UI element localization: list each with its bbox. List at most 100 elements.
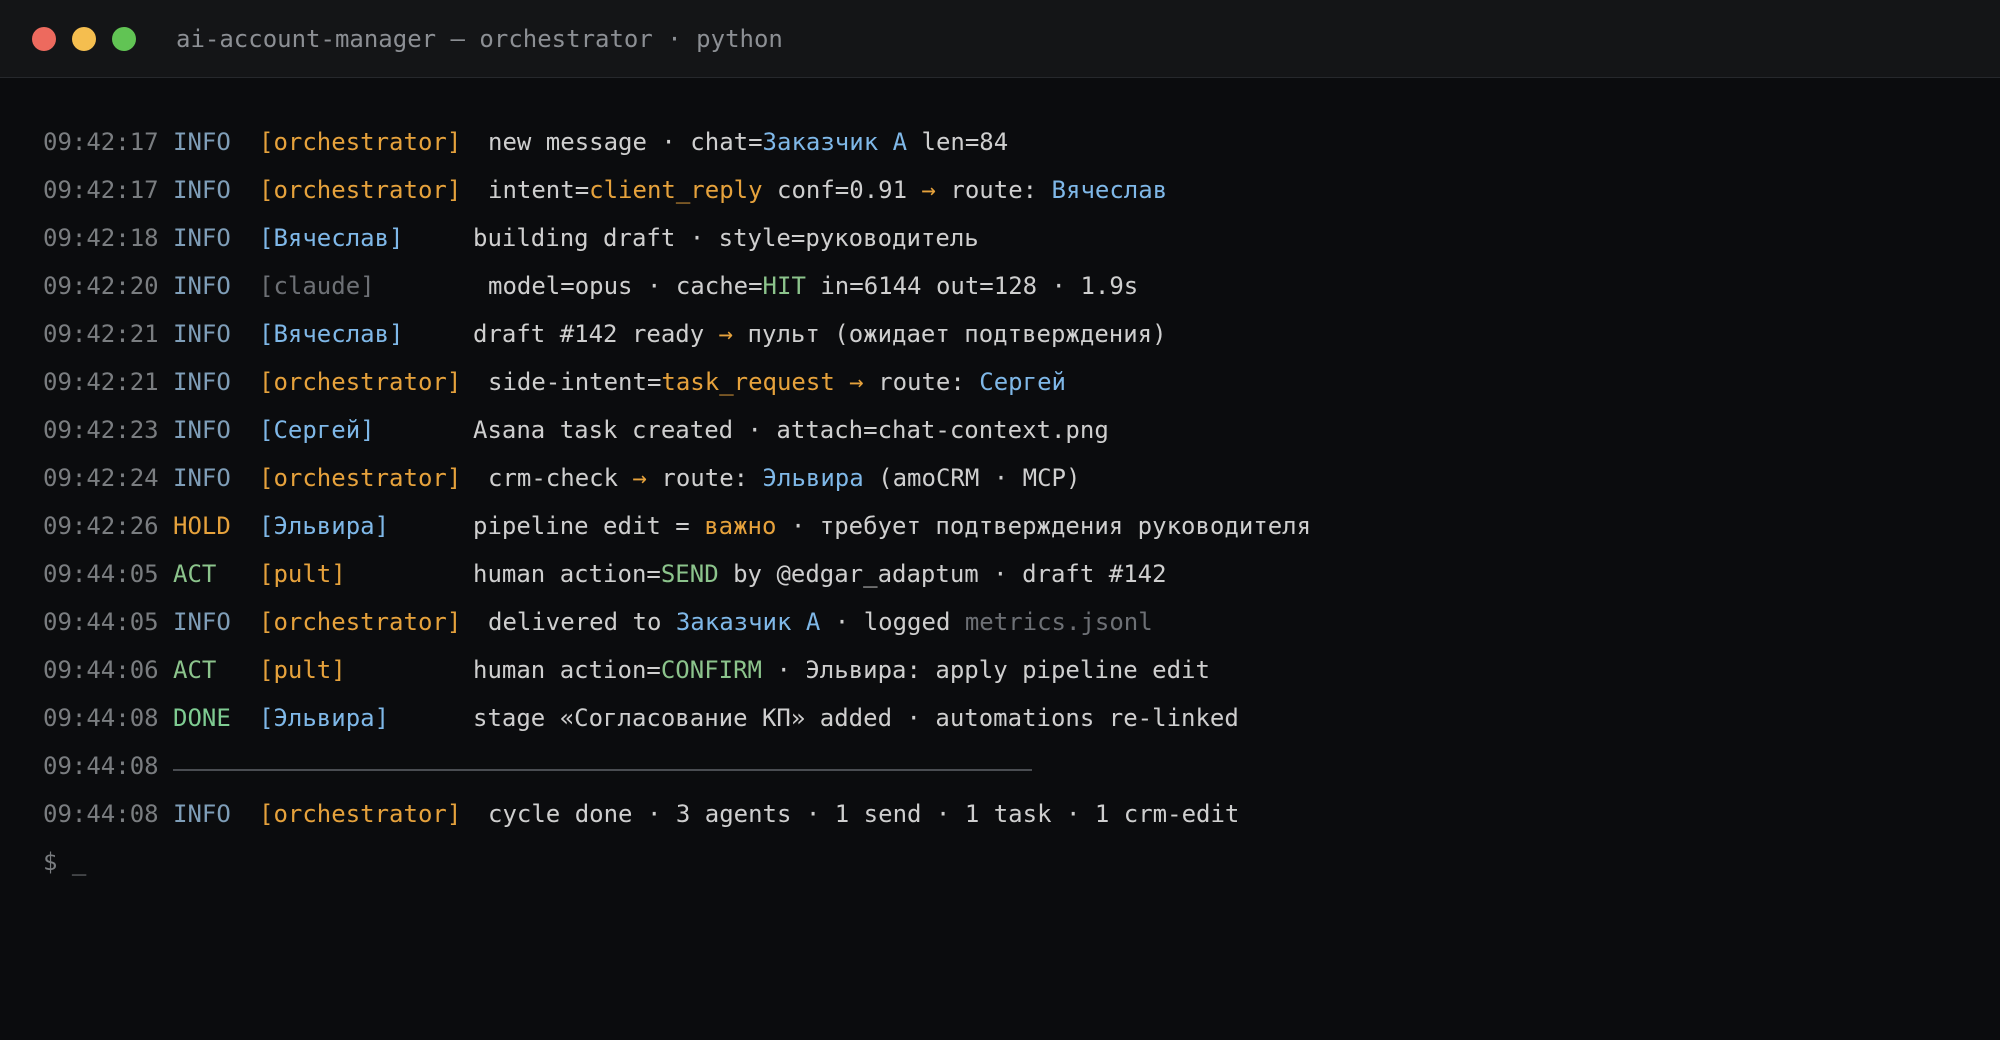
- msg-text: pipeline edit =: [473, 512, 705, 540]
- log-level: ACT: [173, 560, 217, 588]
- terminal-log: 09:42:17 INFO [orchestrator] new message…: [43, 123, 1973, 891]
- msg-text: model=opus · cache=: [488, 272, 763, 300]
- msg-intent: client_reply: [589, 176, 763, 204]
- msg-text: (amoCRM · MCP): [863, 464, 1081, 492]
- log-line: 09:44:06 ACT [pult] human action=CONFIRM…: [43, 651, 1973, 699]
- msg-text: human action=: [473, 656, 661, 684]
- msg-text: crm-check: [488, 464, 633, 492]
- minimize-window-button[interactable]: [72, 27, 96, 51]
- log-message: model=opus · cache=HIT in=6144 out=128 ·…: [488, 267, 1138, 305]
- msg-text: human action=: [473, 560, 661, 588]
- log-timestamp: 09:44:08: [43, 704, 159, 732]
- log-source: [pult]: [259, 560, 346, 588]
- log-line: 09:44:08 DONE [Эльвира] stage «Согласова…: [43, 699, 1973, 747]
- msg-text: route:: [935, 176, 1052, 204]
- log-line: 09:44:05 INFO [orchestrator] delivered t…: [43, 603, 1973, 651]
- log-timestamp: 09:44:06: [43, 656, 159, 684]
- log-level: INFO: [173, 608, 231, 636]
- log-source: [orchestrator]: [259, 608, 462, 636]
- close-window-button[interactable]: [32, 27, 56, 51]
- log-message: delivered to Заказчик А · logged metrics…: [488, 603, 1153, 641]
- msg-action: CONFIRM: [660, 656, 762, 684]
- log-level: ACT: [173, 656, 217, 684]
- log-level: INFO: [173, 176, 231, 204]
- log-line: 09:42:24 INFO [orchestrator] crm-check →…: [43, 459, 1973, 507]
- arrow-right-icon: →: [921, 176, 936, 204]
- log-line: 09:42:20 INFO [claude] model=opus · cach…: [43, 267, 1973, 315]
- msg-action: SEND: [660, 560, 719, 588]
- log-level: DONE: [173, 704, 231, 732]
- arrow-right-icon: →: [718, 320, 734, 348]
- msg-text: intent=: [488, 176, 590, 204]
- log-message: side-intent=task_request → route: Сергей: [488, 363, 1066, 401]
- log-message: building draft · style=руководитель: [473, 224, 979, 252]
- log-timestamp: 09:44:05: [43, 560, 159, 588]
- msg-text: side-intent=: [488, 368, 662, 396]
- log-message: human action=CONFIRM · Эльвира: apply pi…: [473, 651, 1210, 689]
- log-timestamp: 09:44:08: [43, 752, 159, 780]
- log-timestamp: 09:42:21: [43, 320, 159, 348]
- msg-intent: task_request: [661, 368, 835, 396]
- log-level: INFO: [173, 224, 231, 252]
- log-source: [Эльвира]: [259, 704, 390, 732]
- log-timestamp: 09:44:08: [43, 800, 159, 828]
- log-message: human action=SEND by @edgar_adaptum · dr…: [473, 555, 1167, 593]
- msg-text: [835, 368, 849, 396]
- msg-text: · требует подтверждения руководителя: [776, 512, 1312, 540]
- msg-text: by @edgar_adaptum · draft #142: [718, 560, 1167, 588]
- log-line: 09:42:17 INFO [orchestrator] new message…: [43, 123, 1973, 171]
- separator-rule: [173, 769, 1032, 771]
- msg-text: in=6144 out=128 · 1.9s: [805, 272, 1139, 300]
- shell-prompt-line[interactable]: $ _: [43, 843, 1973, 891]
- log-line: 09:42:17 INFO [orchestrator] intent=clie…: [43, 171, 1973, 219]
- log-source: [orchestrator]: [259, 128, 462, 156]
- msg-agent-name: Эльвира: [762, 464, 864, 492]
- log-source: [Вячеслав]: [259, 320, 404, 348]
- log-line: 09:44:05 ACT [pult] human action=SEND by…: [43, 555, 1973, 603]
- log-line: 09:42:21 INFO [orchestrator] side-intent…: [43, 363, 1973, 411]
- log-line: 09:42:23 INFO [Сергей] Asana task create…: [43, 411, 1973, 459]
- window-title: ai-account-manager — orchestrator · pyth…: [176, 25, 783, 53]
- log-line: 09:42:18 INFO [Вячеслав] building draft …: [43, 219, 1973, 267]
- log-level: INFO: [173, 320, 231, 348]
- log-message: intent=client_reply conf=0.91 → route: В…: [488, 171, 1167, 209]
- log-timestamp: 09:42:20: [43, 272, 159, 300]
- shell-prompt[interactable]: $ _: [43, 843, 86, 881]
- log-source: [Эльвира]: [259, 512, 390, 540]
- log-timestamp: 09:42:26: [43, 512, 159, 540]
- msg-text: route:: [863, 368, 980, 396]
- log-source: [claude]: [259, 272, 375, 300]
- log-level: INFO: [173, 128, 231, 156]
- log-message: stage «Согласование КП» added · automati…: [473, 704, 1239, 732]
- log-separator-line: 09:44:08: [43, 747, 1973, 795]
- msg-text: new message · chat=: [488, 128, 763, 156]
- log-timestamp: 09:42:23: [43, 416, 159, 444]
- log-message: crm-check → route: Эльвира (amoCRM · MCP…: [488, 459, 1080, 497]
- msg-text: route:: [646, 464, 763, 492]
- log-source: [orchestrator]: [259, 176, 462, 204]
- log-timestamp: 09:42:17: [43, 176, 159, 204]
- log-source: [pult]: [259, 656, 346, 684]
- maximize-window-button[interactable]: [112, 27, 136, 51]
- log-message: new message · chat=Заказчик А len=84: [488, 123, 1008, 161]
- log-level: INFO: [173, 464, 231, 492]
- msg-cache-status: HIT: [762, 272, 806, 300]
- msg-agent-name: Сергей: [979, 368, 1066, 396]
- window-titlebar: ai-account-manager — orchestrator · pyth…: [0, 0, 2000, 78]
- log-timestamp: 09:44:05: [43, 608, 159, 636]
- msg-text: len=84: [907, 128, 1009, 156]
- msg-priority: важно: [704, 512, 777, 540]
- log-source: [orchestrator]: [259, 800, 462, 828]
- log-source: [Сергей]: [259, 416, 375, 444]
- msg-text: delivered to: [488, 608, 676, 636]
- log-source: [orchestrator]: [259, 464, 462, 492]
- log-message: draft #142 ready → пульт (ожидает подтве…: [473, 315, 1167, 353]
- log-level: INFO: [173, 800, 231, 828]
- arrow-right-icon: →: [632, 464, 647, 492]
- log-line: 09:44:08 INFO [orchestrator] cycle done …: [43, 795, 1973, 843]
- msg-text: conf=0.91: [762, 176, 922, 204]
- msg-text: draft #142 ready: [473, 320, 719, 348]
- msg-text: · logged: [820, 608, 965, 636]
- log-source: [Вячеслав]: [259, 224, 404, 252]
- log-level: HOLD: [173, 512, 231, 540]
